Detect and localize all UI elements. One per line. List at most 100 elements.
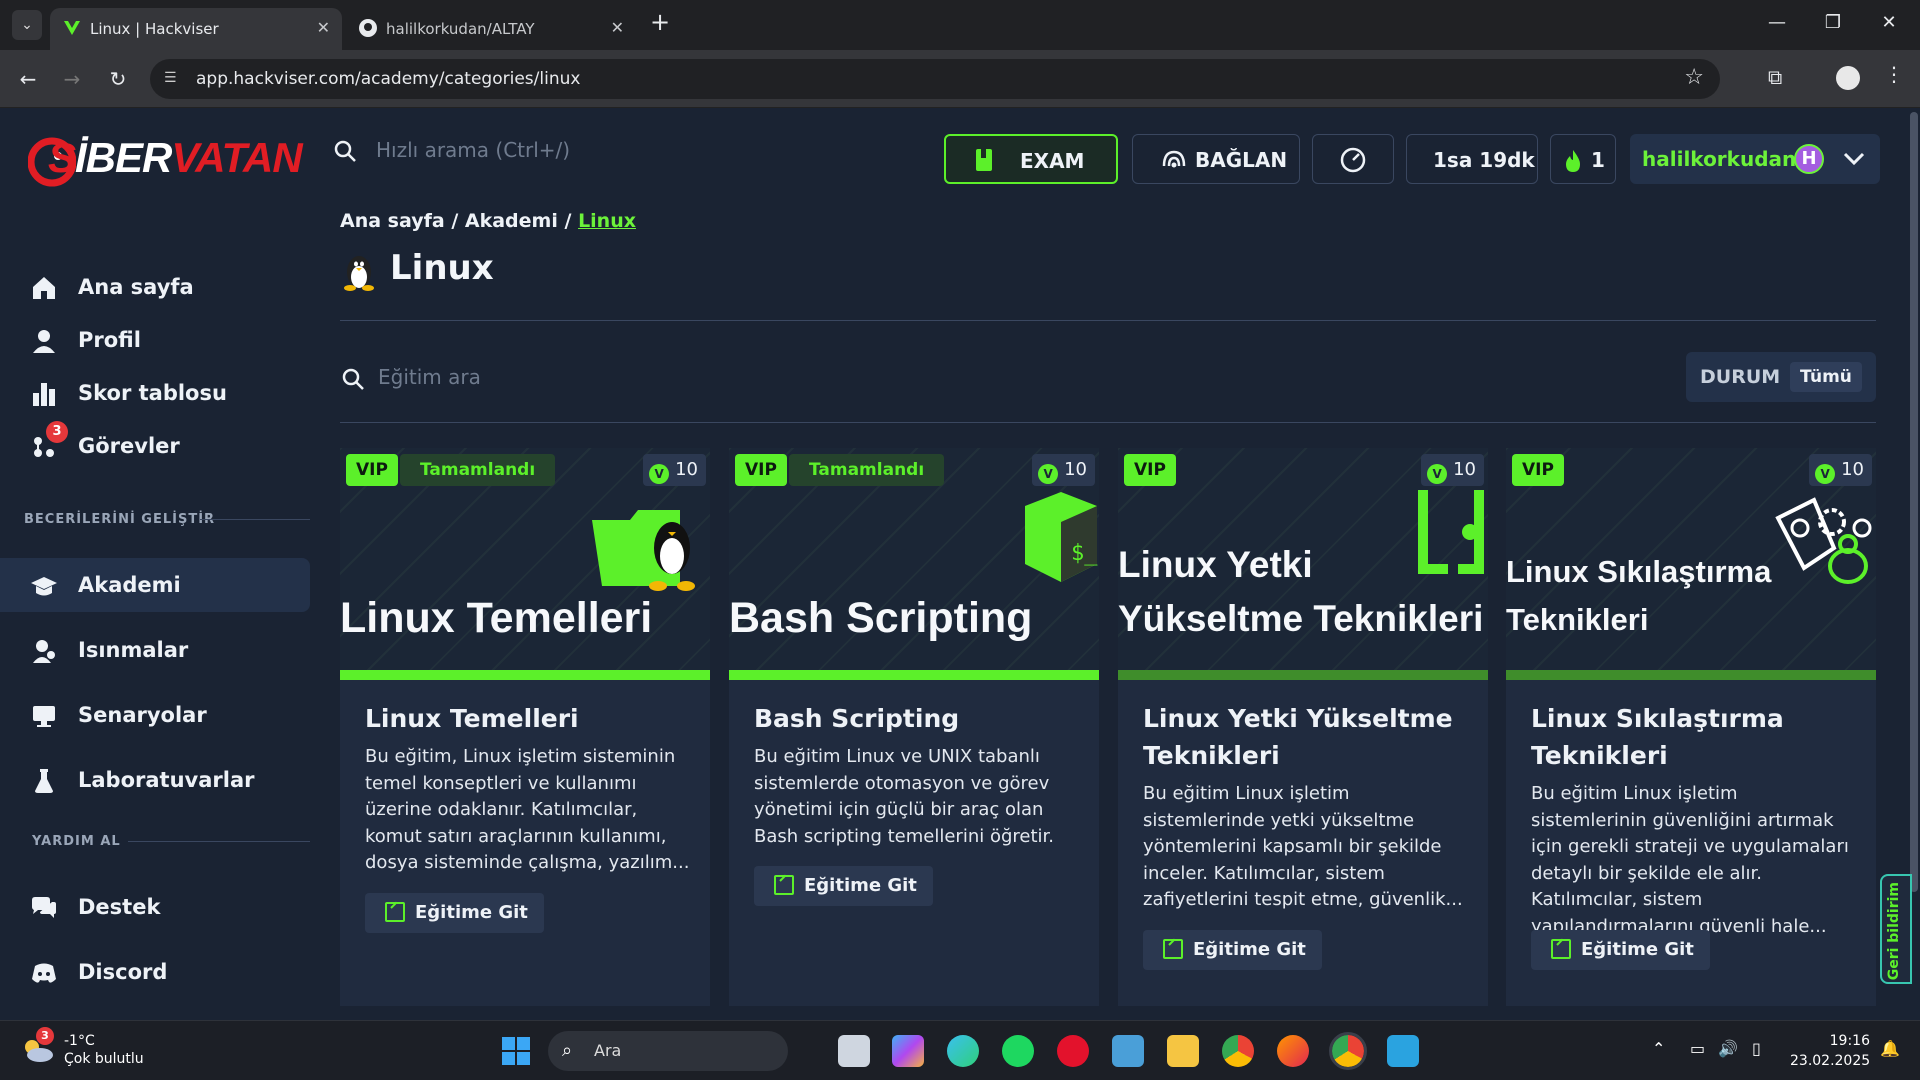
sidebar-item-label: Ana sayfa bbox=[78, 275, 194, 299]
restore-icon[interactable]: ❐ bbox=[1818, 12, 1848, 33]
training-search-input[interactable]: Eğitim ara bbox=[340, 358, 940, 398]
hackviser-favicon-icon bbox=[64, 21, 80, 35]
course-card-bash-scripting[interactable]: VIP Tamamlandı V 10 $_ Bash Scripting Bas… bbox=[729, 448, 1099, 1006]
sidebar-item-support[interactable]: Destek bbox=[0, 880, 310, 934]
terminal-cube-icon: $_ bbox=[1025, 492, 1098, 582]
new-tab-button[interactable]: + bbox=[650, 8, 670, 36]
sidebar-item-label: Akademi bbox=[78, 573, 181, 597]
sidebar-item-home[interactable]: Ana sayfa bbox=[0, 260, 310, 314]
browser-profile-avatar[interactable] bbox=[1836, 66, 1860, 90]
site-info-icon[interactable]: ☰ bbox=[164, 70, 182, 88]
sibervatan-logo[interactable]: SİBERVATAN bbox=[28, 130, 303, 190]
exam-button[interactable]: EXAM bbox=[944, 134, 1118, 184]
status-filter-value[interactable]: Tümü bbox=[1790, 362, 1862, 392]
home-icon bbox=[33, 277, 55, 299]
windows-start-icon[interactable] bbox=[502, 1037, 530, 1065]
volume-icon[interactable]: 🔊 bbox=[1718, 1039, 1738, 1058]
bookmark-star-icon[interactable]: ☆ bbox=[1684, 65, 1704, 90]
tab-hackviser[interactable]: Linux | Hackviser ✕ bbox=[50, 8, 342, 50]
edge-icon[interactable] bbox=[947, 1035, 979, 1067]
taskbar-search[interactable]: ⌕ Ara bbox=[548, 1031, 788, 1071]
vip-badge: VIP bbox=[1512, 454, 1564, 486]
show-hidden-icons[interactable]: ⌃ bbox=[1652, 1039, 1665, 1058]
close-window-icon[interactable]: ✕ bbox=[1874, 12, 1904, 33]
spotify-icon[interactable] bbox=[1002, 1035, 1034, 1067]
go-to-training-button[interactable]: Eğitime Git bbox=[1531, 930, 1710, 970]
card-progress-bar bbox=[1118, 670, 1488, 680]
points-value: 10 bbox=[675, 459, 698, 480]
book-icon bbox=[976, 149, 992, 171]
notification-bell-icon[interactable]: 🔔 bbox=[1880, 1039, 1900, 1058]
breadcrumb: Ana sayfa / Akademi / Linux bbox=[340, 210, 636, 232]
vip-badge: VIP bbox=[735, 454, 787, 486]
firefox-icon[interactable] bbox=[1277, 1035, 1309, 1067]
remote-desktop-icon[interactable] bbox=[1387, 1035, 1419, 1067]
status-filter[interactable]: DURUM Tümü bbox=[1686, 352, 1876, 402]
sidebar-item-discord[interactable]: Discord bbox=[0, 945, 310, 999]
system-clock[interactable]: 19:16 23.02.2025 bbox=[1790, 1031, 1870, 1071]
folder-penguin-icon bbox=[592, 510, 695, 591]
reload-icon[interactable]: ↻ bbox=[104, 65, 132, 93]
connect-button[interactable]: BAĞLAN bbox=[1132, 134, 1300, 184]
address-bar: ← → ↻ ☰ app.hackviser.com/academy/catego… bbox=[0, 50, 1920, 108]
sidebar-item-labs[interactable]: Laboratuvarlar bbox=[0, 753, 310, 807]
copilot-icon[interactable] bbox=[892, 1035, 924, 1067]
streak-counter[interactable]: 1 bbox=[1550, 134, 1616, 184]
vip-badge: VIP bbox=[346, 454, 398, 486]
sidebar-item-profile[interactable]: Profil bbox=[0, 313, 310, 367]
sidebar-item-warmups[interactable]: Isınmalar bbox=[0, 623, 310, 677]
divider bbox=[340, 422, 1876, 423]
url-text[interactable]: app.hackviser.com/academy/categories/lin… bbox=[196, 69, 580, 89]
close-tab-icon[interactable]: ✕ bbox=[611, 18, 624, 37]
sidebar-item-label: Skor tablosu bbox=[78, 381, 227, 405]
scrollbar-thumb[interactable] bbox=[1910, 112, 1918, 892]
weather-badge: 3 bbox=[36, 1027, 54, 1045]
file-explorer-icon[interactable] bbox=[1167, 1035, 1199, 1067]
go-to-training-button[interactable]: Eğitime Git bbox=[1143, 930, 1322, 970]
network-icon[interactable]: ▭ bbox=[1690, 1039, 1705, 1058]
user-menu-button[interactable]: halilkorkudan H bbox=[1630, 134, 1880, 184]
course-card-linux-privesc[interactable]: VIP V 10 Linux Yetki Yükseltme Teknikleri… bbox=[1118, 448, 1488, 1006]
sidebar-item-label: Isınmalar bbox=[78, 638, 189, 662]
keyboard-app-icon[interactable] bbox=[1112, 1035, 1144, 1067]
breadcrumb-academy[interactable]: Akademi bbox=[465, 210, 558, 232]
card-title: Linux Sıkılaştırma Teknikleri bbox=[1531, 704, 1784, 770]
opera-icon[interactable] bbox=[1057, 1035, 1089, 1067]
close-tab-icon[interactable]: ✕ bbox=[317, 18, 330, 37]
points-badge: V 10 bbox=[643, 454, 706, 486]
forward-icon[interactable]: → bbox=[58, 65, 86, 93]
time-remaining: 1sa 19dk bbox=[1406, 134, 1538, 184]
course-card-linux-basics[interactable]: VIP Tamamlandı V 10 Linux Temelleri Linux… bbox=[340, 448, 710, 1006]
breadcrumb-current[interactable]: Linux bbox=[578, 210, 636, 232]
quick-search[interactable]: Hızlı arama (Ctrl+/) bbox=[332, 132, 892, 168]
sidebar-item-leaderboard[interactable]: Skor tablosu bbox=[0, 366, 310, 420]
speed-test-button[interactable] bbox=[1312, 134, 1394, 184]
task-view-icon[interactable] bbox=[838, 1035, 870, 1067]
breadcrumb-home[interactable]: Ana sayfa bbox=[340, 210, 445, 232]
back-icon[interactable]: ← bbox=[14, 65, 42, 93]
sidebar-item-tasks[interactable]: 3 Görevler bbox=[0, 419, 310, 473]
page-title: Linux bbox=[390, 248, 494, 288]
sidebar-item-scenarios[interactable]: Senaryolar bbox=[0, 688, 310, 742]
feedback-button[interactable]: Geri bildirim bbox=[1880, 874, 1912, 984]
battery-icon[interactable]: ▯ bbox=[1752, 1039, 1761, 1058]
chrome-profile-icon[interactable] bbox=[1329, 1032, 1367, 1070]
minimize-icon[interactable]: — bbox=[1762, 12, 1792, 33]
go-to-training-button[interactable]: Eğitime Git bbox=[365, 893, 544, 933]
weather-widget[interactable]: 3 -1°C Çok bulutlu bbox=[22, 1027, 202, 1071]
browser-menu-icon[interactable]: ⋮ bbox=[1884, 62, 1904, 86]
card-banner-title-line1: Linux Yetki bbox=[1118, 544, 1313, 585]
url-bar[interactable]: ☰ app.hackviser.com/academy/categories/l… bbox=[150, 59, 1720, 99]
course-card-linux-hardening[interactable]: VIP V 10 Linux Sıkılaştırma Teknikleri Li… bbox=[1506, 448, 1876, 1006]
tab-list-button[interactable]: ⌄ bbox=[12, 10, 42, 40]
tasks-badge: 3 bbox=[46, 421, 68, 443]
tab-github[interactable]: halilkorkudan/ALTAY ✕ bbox=[346, 8, 636, 50]
completed-badge: Tamamlandı bbox=[400, 454, 556, 486]
breadcrumb-separator: / bbox=[564, 210, 572, 232]
extensions-icon[interactable]: ⧉ bbox=[1768, 65, 1782, 89]
sidebar-item-academy[interactable]: Akademi bbox=[0, 558, 310, 612]
chrome-icon[interactable] bbox=[1222, 1035, 1254, 1067]
card-banner-title-line1: Linux Sıkılaştırma bbox=[1506, 554, 1772, 589]
go-to-training-button[interactable]: Eğitime Git bbox=[754, 866, 933, 906]
connect-label: BAĞLAN bbox=[1195, 148, 1288, 172]
